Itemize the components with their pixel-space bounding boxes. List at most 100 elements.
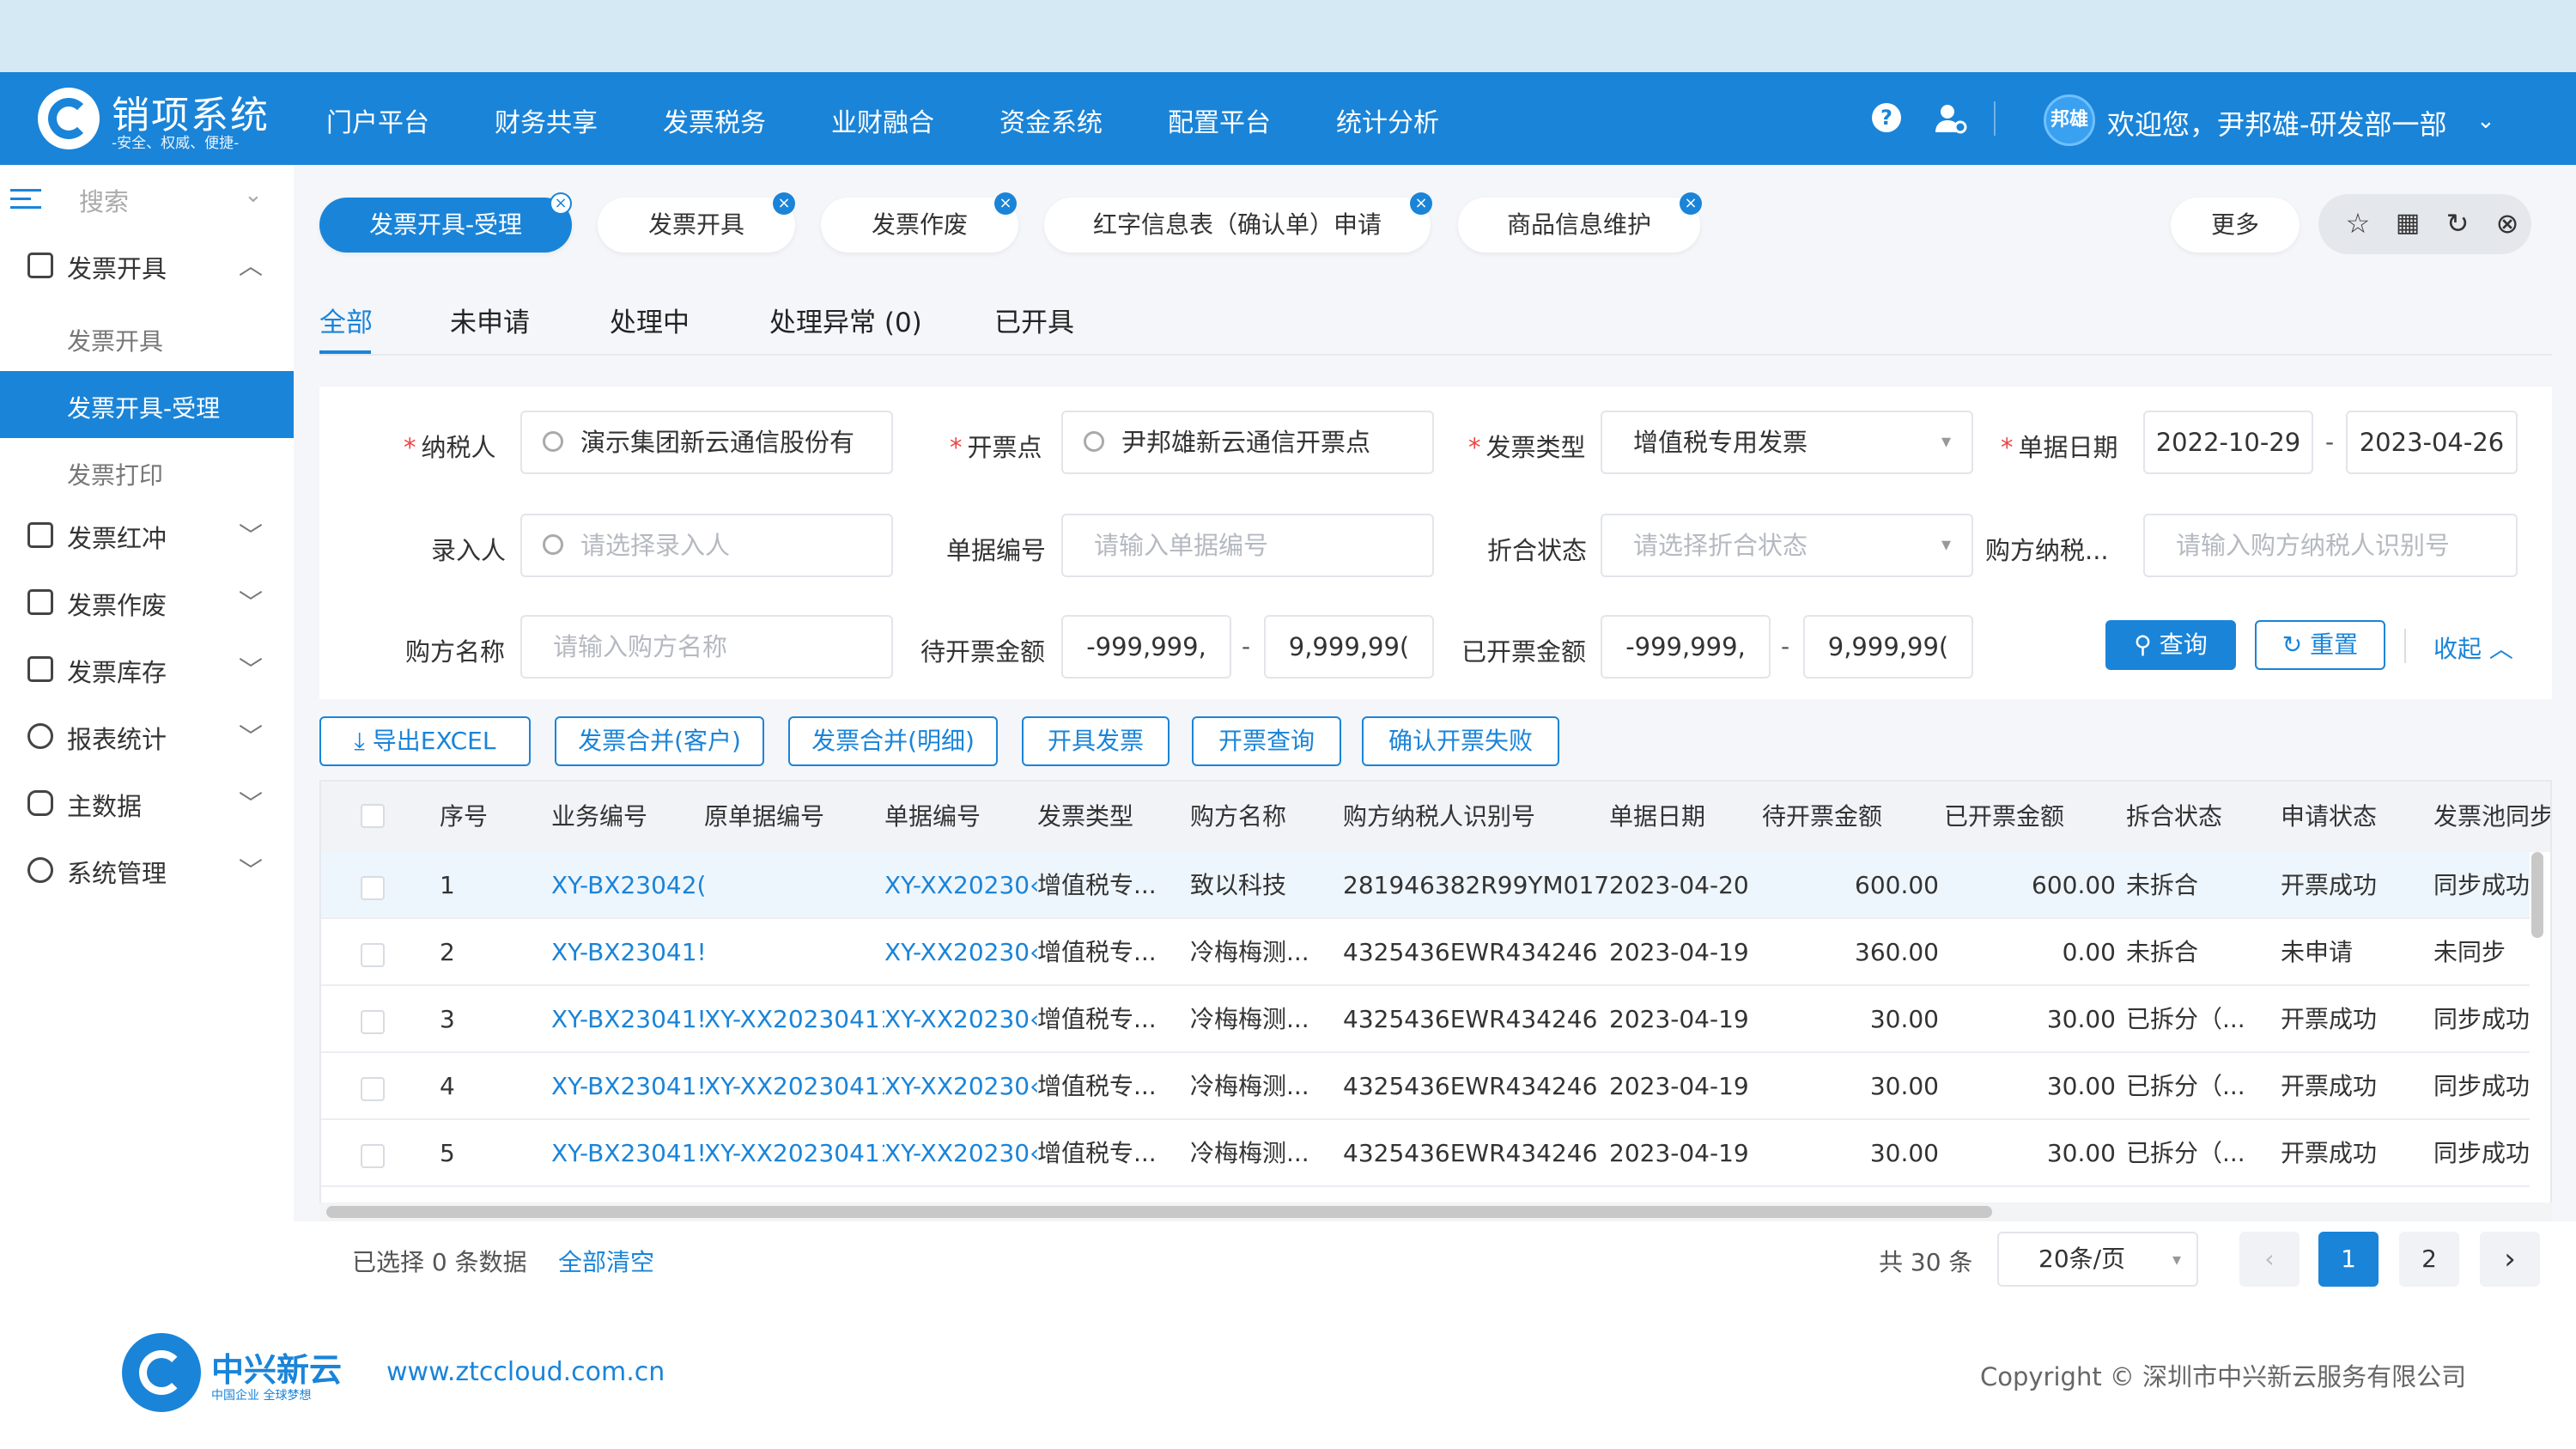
table-row[interactable]: 1 XY-BX23042(XY-XX20230‹ 增值税专... 致以科技 281946… [321, 852, 2530, 919]
cell-doc-no[interactable]: XY-XX20230‹ [884, 1120, 1037, 1187]
reset-button[interactable]: ↻ 重置 [2255, 620, 2385, 670]
tab-close-icon[interactable]: × [550, 192, 572, 215]
table-row[interactable]: 3 XY-BX23041! XY-XX20230411 XY-XX20230‹ 增值税专… [321, 986, 2530, 1053]
subtab-issued[interactable]: 已开具 [994, 301, 1074, 339]
cell-orig-doc-no[interactable] [704, 919, 884, 986]
tab-invoice-issue[interactable]: 发票开具 [598, 198, 795, 253]
cell-biz-no[interactable]: XY-BX23042( [551, 852, 704, 919]
user-settings-icon[interactable] [1934, 101, 1968, 136]
sidebar-sub-invoice-issue[interactable]: 发票开具 [0, 304, 294, 371]
row-checkbox[interactable] [361, 943, 385, 967]
col-header-doc-date[interactable]: 单据日期 [1609, 782, 1762, 852]
close-circle-icon[interactable]: ⊗ [2490, 206, 2524, 240]
welcome-text[interactable]: 欢迎您，尹邦雄-研发部一部 [2107, 103, 2447, 143]
merge-by-detail-button[interactable]: 发票合并(明细) [788, 716, 998, 766]
col-header-pending-amount[interactable]: 待开票金额 [1762, 782, 1944, 852]
subtab-unapplied[interactable]: 未申请 [450, 301, 530, 339]
table-row[interactable]: 2 XY-BX23041! XY-XX20230‹ 增值税专... 冷梅梅测... 432… [321, 919, 2530, 986]
nav-item-config-platform[interactable]: 配置平台 [1168, 101, 1271, 139]
col-header-orig-doc-no[interactable]: 原单据编号 [704, 782, 884, 852]
confirm-fail-button[interactable]: 确认开票失败 [1362, 716, 1559, 766]
cell-doc-no[interactable]: XY-XX20230‹ [884, 986, 1037, 1053]
search-chevron-icon[interactable]: ⌄ [244, 182, 263, 208]
refresh-icon[interactable]: ↻ [2440, 206, 2475, 240]
doc-no-input[interactable]: 请输入单据编号 [1061, 514, 1434, 577]
tab-red-info-apply[interactable]: 红字信息表（确认单）申请 [1044, 198, 1431, 253]
sidebar-item-invoice-inventory[interactable]: 发票库存 ﹀ [0, 636, 294, 703]
cell-orig-doc-no[interactable] [704, 852, 884, 919]
cell-biz-no[interactable]: XY-BX23041! [551, 919, 704, 986]
sidebar-sub-invoice-accept[interactable]: 发票开具-受理 [0, 371, 294, 438]
page-button-2[interactable]: 2 [2399, 1232, 2459, 1287]
cell-orig-doc-no[interactable]: XY-XX20230411 [704, 1120, 884, 1187]
issue-point-input[interactable]: 尹邦雄新云通信开票点 [1061, 411, 1434, 474]
nav-item-fund-system[interactable]: 资金系统 [999, 101, 1103, 139]
row-checkbox[interactable] [361, 1144, 385, 1168]
nav-item-statistics[interactable]: 统计分析 [1336, 101, 1439, 139]
invoice-type-select[interactable]: 增值税专用发票 ▾ [1601, 411, 1973, 474]
cell-orig-doc-no[interactable]: XY-XX20230411 [704, 1053, 884, 1120]
cell-biz-no[interactable]: XY-BX23041! [551, 1120, 704, 1187]
col-header-buyer-tax-id[interactable]: 购方纳税人识别号 [1343, 782, 1609, 852]
row-checkbox[interactable] [361, 876, 385, 900]
nav-item-finance-sharing[interactable]: 财务共享 [495, 101, 598, 139]
sidebar-item-red-invoice[interactable]: 发票红冲 ﹀ [0, 502, 294, 569]
col-header-invoice-type[interactable]: 发票类型 [1037, 782, 1190, 852]
merge-by-customer-button[interactable]: 发票合并(客户) [555, 716, 764, 766]
buyer-name-input[interactable]: 请输入购方名称 [520, 615, 893, 679]
nav-item-invoice-tax[interactable]: 发票税务 [663, 101, 766, 139]
sidebar-search-input[interactable]: 搜索 [79, 182, 129, 218]
col-header-doc-no[interactable]: 单据编号 [884, 782, 1037, 852]
col-header-pool-sync[interactable]: 发票池同步 [2433, 782, 2550, 852]
split-status-select[interactable]: 请选择折合状态 ▾ [1601, 514, 1973, 577]
chevron-down-icon[interactable]: ⌄ [2476, 108, 2495, 134]
cell-doc-no[interactable]: XY-XX20230‹ [884, 1053, 1037, 1120]
issue-invoice-button[interactable]: 开具发票 [1022, 716, 1170, 766]
help-icon[interactable]: ? [1872, 103, 1901, 132]
cell-doc-no[interactable]: XY-XX20230‹ [884, 852, 1037, 919]
tab-close-icon[interactable]: × [773, 192, 795, 215]
pending-min-input[interactable]: -999,999, [1061, 615, 1231, 679]
row-checkbox[interactable] [361, 1010, 385, 1034]
date-to-input[interactable]: 2023-04-26 [2346, 411, 2518, 474]
horizontal-scrollbar[interactable] [326, 1206, 1992, 1218]
export-excel-button[interactable]: ⤓ 导出EXCEL [319, 716, 531, 766]
col-header-split-status[interactable]: 拆合状态 [2126, 782, 2281, 852]
tab-product-info[interactable]: 商品信息维护 [1458, 198, 1700, 253]
col-header-issued-amount[interactable]: 已开票金额 [1944, 782, 2126, 852]
nav-item-business-finance[interactable]: 业财融合 [831, 101, 934, 139]
company-url[interactable]: www.ztccloud.com.cn [386, 1357, 665, 1387]
query-button[interactable]: ⚲ 查询 [2105, 620, 2236, 670]
sidebar-item-system-settings[interactable]: 系统管理 ﹀ [0, 837, 294, 904]
prev-page-button[interactable]: ‹ [2239, 1232, 2300, 1287]
sidebar-sub-invoice-print[interactable]: 发票打印 [0, 438, 294, 505]
col-header-biz-no[interactable]: 业务编号 [551, 782, 704, 852]
tab-close-icon[interactable]: × [1680, 192, 1702, 215]
tab-invoice-void[interactable]: 发票作废 [821, 198, 1018, 253]
table-row[interactable]: 5 XY-BX23041! XY-XX20230411 XY-XX20230‹ 增值税专… [321, 1120, 2530, 1187]
subtab-error[interactable]: 处理异常 (0) [769, 301, 922, 339]
pending-max-input[interactable]: 9,999,99( [1264, 615, 1434, 679]
col-header-seq[interactable]: 序号 [440, 782, 551, 852]
cell-biz-no[interactable]: XY-BX23041! [551, 986, 704, 1053]
tab-invoice-accept[interactable]: 发票开具-受理 [319, 198, 572, 253]
vertical-scrollbar[interactable] [2531, 852, 2543, 938]
table-row[interactable]: 4 XY-BX23041! XY-XX20230411 XY-XX20230‹ 增值税专… [321, 1053, 2530, 1120]
invoice-query-button[interactable]: 开票查询 [1192, 716, 1341, 766]
buyer-tax-input[interactable]: 请输入购方纳税人识别号 [2143, 514, 2518, 577]
menu-toggle-icon[interactable] [10, 187, 41, 211]
col-header-apply-status[interactable]: 申请状态 [2281, 782, 2433, 852]
page-size-select[interactable]: 20条/页 ▾ [1997, 1232, 2198, 1287]
sidebar-item-invoice-issue[interactable]: 发票开具 ︿ [0, 232, 294, 299]
date-from-input[interactable]: 2022-10-29 [2143, 411, 2313, 474]
sidebar-item-invoice-void[interactable]: 发票作废 ﹀ [0, 569, 294, 636]
cell-biz-no[interactable]: XY-BX23041! [551, 1053, 704, 1120]
cell-doc-no[interactable]: XY-XX20230‹ [884, 919, 1037, 986]
select-all-checkbox[interactable] [361, 804, 385, 828]
subtab-all[interactable]: 全部 [319, 301, 373, 339]
grid-icon[interactable]: ▦ [2391, 206, 2425, 240]
entered-by-input[interactable]: 请选择录入人 [520, 514, 893, 577]
tab-close-icon[interactable]: × [1410, 192, 1432, 215]
next-page-button[interactable]: › [2480, 1232, 2540, 1287]
more-tabs-button[interactable]: 更多 [2171, 198, 2300, 253]
